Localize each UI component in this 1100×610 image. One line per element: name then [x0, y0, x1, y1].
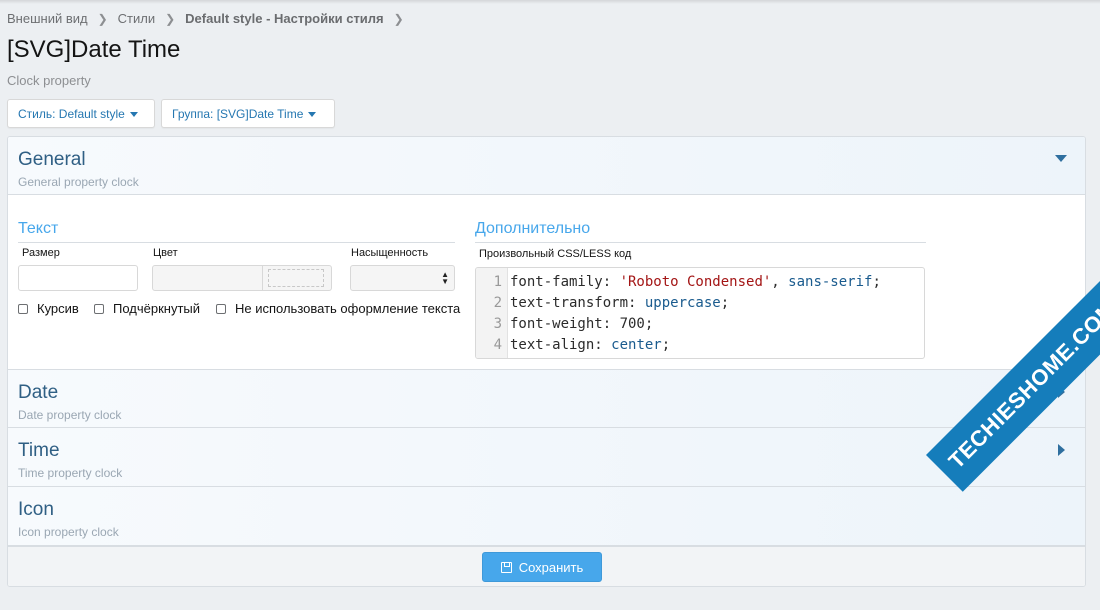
group-header-date[interactable]: Date Date property clock — [8, 369, 1085, 428]
css-code-label: Произвольный CSS/LESS код — [479, 248, 632, 260]
css-code-editor[interactable]: 1 font-family: 'Roboto Condensed', sans-s… — [475, 267, 925, 359]
group-body-general: Текст Размер Цвет Насыщенность ▲ ▼ Курсив… — [8, 195, 1085, 369]
save-button[interactable]: Сохранить — [482, 552, 602, 582]
chevron-right-icon: ❯ — [165, 11, 176, 26]
line-number: 2 — [493, 295, 502, 311]
css-value-token: uppercase — [644, 295, 721, 311]
no-decoration-option[interactable]: Не использовать оформление текста — [216, 301, 460, 316]
no-decoration-checkbox[interactable] — [216, 303, 226, 314]
css-value-token: ; — [720, 295, 730, 311]
group-filter-label: Группа: [SVG]Date Time — [172, 106, 304, 121]
italic-option[interactable]: Курсив — [18, 301, 79, 316]
css-value-token: ; — [872, 274, 881, 290]
color-input[interactable] — [152, 265, 332, 291]
group-header-general[interactable]: General General property clock — [8, 137, 1085, 195]
top-shadow — [0, 0, 1100, 4]
italic-checkbox[interactable] — [18, 303, 28, 314]
triangle-right-icon — [1058, 444, 1065, 456]
save-button-label: Сохранить — [518, 559, 584, 575]
updown-arrows-icon: ▲ ▼ — [441, 270, 449, 286]
group-description: General property clock — [18, 175, 139, 189]
css-value-token: sans-serif — [788, 274, 873, 290]
color-divider — [262, 266, 263, 290]
size-input[interactable] — [18, 265, 138, 291]
triangle-down-icon — [1055, 155, 1067, 162]
css-value-token: center — [611, 337, 662, 353]
css-value-token: 'Roboto Condensed' — [619, 274, 772, 290]
color-label: Цвет — [153, 247, 178, 259]
style-filter-label: Стиль: Default style — [18, 106, 125, 121]
line-number: 1 — [493, 274, 502, 290]
breadcrumb-link-styles[interactable]: Стили — [118, 11, 155, 26]
caret-down-icon — [308, 111, 317, 117]
code-line: 3 font-weight: 700; — [476, 314, 654, 335]
group-title: General — [18, 149, 86, 170]
style-properties-panel: General General property clock Текст Раз… — [7, 136, 1086, 587]
group-title: Time — [18, 440, 60, 461]
weight-select[interactable]: ▲ ▼ — [350, 265, 455, 291]
code-line: 2 text-transform: uppercase; — [476, 293, 730, 314]
floppy-disk-icon — [500, 561, 512, 573]
italic-label: Курсив — [37, 301, 79, 316]
group-filter-button[interactable]: Группа: [SVG]Date Time — [161, 99, 335, 128]
css-value-token: , — [771, 274, 789, 290]
group-description: Time property clock — [18, 466, 123, 480]
weight-label: Насыщенность — [351, 247, 429, 259]
section-title-text: Текст — [18, 220, 59, 237]
section-divider — [18, 242, 455, 243]
style-filter-button[interactable]: Стиль: Default style — [7, 99, 155, 128]
section-title-extra: Дополнительно — [475, 220, 591, 237]
chevron-right-icon: ❯ — [393, 11, 404, 26]
group-title: Date — [18, 382, 59, 403]
css-property: font-weight: — [510, 316, 620, 332]
line-number: 3 — [493, 316, 502, 332]
group-header-time[interactable]: Time Time property clock — [8, 428, 1085, 487]
breadcrumb-link-current[interactable]: Default style - Настройки стиля — [185, 11, 384, 26]
color-picker-swatch[interactable] — [268, 269, 324, 287]
caret-down-icon — [129, 111, 138, 117]
group-header-icon[interactable]: Icon Icon property clock — [8, 487, 1085, 546]
breadcrumb-link-appearance[interactable]: Внешний вид — [7, 11, 88, 26]
css-property: text-transform: — [510, 295, 645, 311]
underline-option[interactable]: Подчёркнутый — [94, 301, 200, 316]
no-decoration-label: Не использовать оформление текста — [235, 301, 461, 316]
size-label: Размер — [22, 247, 60, 259]
page-title: [SVG]Date Time — [7, 36, 181, 63]
css-value-token: ; — [644, 316, 654, 332]
css-property: text-align: — [510, 337, 612, 353]
chevron-right-icon: ❯ — [97, 11, 108, 26]
group-description: Icon property clock — [18, 525, 119, 539]
css-value-token: 700 — [619, 316, 645, 332]
code-line: 1 font-family: 'Roboto Condensed', sans-s… — [476, 272, 881, 293]
css-property: font-family: — [510, 274, 620, 290]
code-line: 4 text-align: center; — [476, 335, 671, 356]
group-description: Date property clock — [18, 408, 122, 422]
page-description: Clock property — [7, 73, 91, 88]
line-number: 4 — [493, 337, 502, 353]
underline-label: Подчёркнутый — [113, 301, 201, 316]
form-footer: Сохранить — [8, 546, 1085, 586]
breadcrumb: Внешний вид ❯ Стили ❯ Default style - На… — [7, 11, 414, 26]
css-value-token: ; — [661, 337, 671, 353]
group-title: Icon — [18, 499, 54, 520]
section-divider — [475, 242, 926, 243]
underline-checkbox[interactable] — [94, 303, 104, 314]
